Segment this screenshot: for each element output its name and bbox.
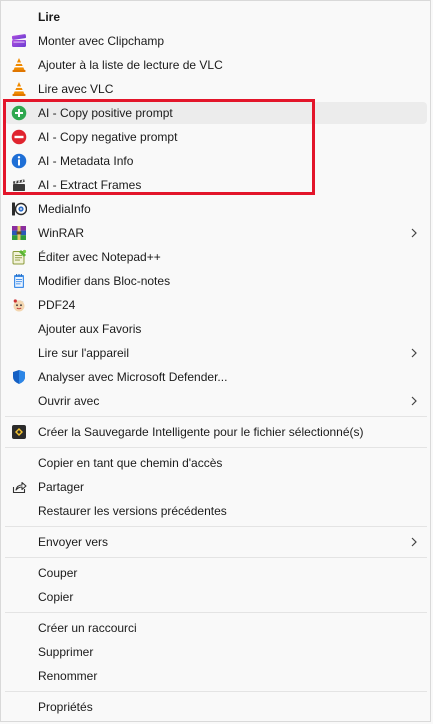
menu-item-vlc-play[interactable]: Lire avec VLC: [5, 78, 427, 100]
winrar-icon: [12, 226, 26, 240]
menu-item-label: Supprimer: [38, 645, 94, 659]
menu-item-envoyer-vers[interactable]: Envoyer vers: [5, 531, 427, 553]
menu-item-winrar[interactable]: WinRAR: [5, 222, 427, 244]
chevron-right-icon: [411, 228, 417, 238]
menu-separator: [5, 416, 427, 417]
menu-item-label: MediaInfo: [38, 202, 91, 216]
notepadpp-icon: [12, 249, 27, 265]
menu-item-ouvrir-avec[interactable]: Ouvrir avec: [5, 390, 427, 412]
mediainfo-icon: [12, 202, 27, 216]
menu-separator: [5, 691, 427, 692]
menu-item-bloc-notes[interactable]: Modifier dans Bloc-notes: [5, 270, 427, 292]
menu-item-label: Éditer avec Notepad++: [38, 250, 161, 264]
menu-item-label: Créer la Sauvegarde Intelligente pour le…: [38, 425, 364, 439]
menu-item-label: Propriétés: [38, 700, 93, 714]
menu-item-label: Copier en tant que chemin d'accès: [38, 456, 223, 470]
menu-item-label: Couper: [38, 566, 78, 580]
context-menu: Lire Monter avec Clipchamp Ajouter à la …: [0, 0, 431, 722]
menu-item-label: Monter avec Clipchamp: [38, 34, 165, 48]
menu-item-restaurer-versions[interactable]: Restaurer les versions précédentes: [5, 500, 427, 522]
menu-item-label: Ouvrir avec: [38, 394, 100, 408]
menu-item-mediainfo[interactable]: MediaInfo: [5, 198, 427, 220]
menu-item-lire-sur-appareil[interactable]: Lire sur l'appareil: [5, 342, 427, 364]
menu-item-label: Créer un raccourci: [38, 621, 137, 635]
pdf24-icon: [13, 299, 25, 312]
minus-circle-icon: [11, 129, 27, 145]
menu-item-couper[interactable]: Couper: [5, 562, 427, 584]
info-circle-icon: [11, 153, 27, 169]
menu-item-renommer[interactable]: Renommer: [5, 665, 427, 687]
defender-shield-icon: [13, 370, 25, 384]
menu-item-lire[interactable]: Lire: [5, 6, 427, 28]
menu-item-pdf24[interactable]: PDF24: [5, 294, 427, 316]
vlc-icon: [12, 58, 26, 72]
menu-item-label: Lire avec VLC: [38, 82, 114, 96]
clapperboard-icon: [13, 179, 25, 191]
menu-item-analyser-defender[interactable]: Analyser avec Microsoft Defender...: [5, 366, 427, 388]
menu-item-label: Ajouter à la liste de lecture de VLC: [38, 58, 223, 72]
menu-item-label: AI - Extract Frames: [38, 178, 142, 192]
menu-separator: [5, 557, 427, 558]
menu-item-label: Analyser avec Microsoft Defender...: [38, 370, 228, 384]
menu-item-clipchamp[interactable]: Monter avec Clipchamp: [5, 30, 427, 52]
menu-item-label: Restaurer les versions précédentes: [38, 504, 227, 518]
chevron-right-icon: [411, 348, 417, 358]
plus-circle-icon: [11, 105, 27, 121]
menu-separator: [5, 612, 427, 613]
menu-item-label: Ajouter aux Favoris: [38, 322, 142, 336]
clipchamp-icon: [11, 34, 27, 47]
menu-item-label: Copier: [38, 590, 74, 604]
menu-item-label: PDF24: [38, 298, 76, 312]
smart-backup-icon: [12, 425, 26, 439]
menu-item-copier[interactable]: Copier: [5, 586, 427, 608]
menu-item-vlc-add-playlist[interactable]: Ajouter à la liste de lecture de VLC: [5, 54, 427, 76]
menu-item-label: Renommer: [38, 669, 98, 683]
chevron-right-icon: [411, 396, 417, 406]
menu-item-label: Lire: [38, 10, 61, 24]
menu-item-partager[interactable]: Partager: [5, 476, 427, 498]
notepad-icon: [14, 274, 24, 288]
menu-item-notepad-plus-plus[interactable]: Éditer avec Notepad++: [5, 246, 427, 268]
menu-item-ai-metadata-info[interactable]: AI - Metadata Info: [5, 150, 427, 172]
menu-item-label: AI - Copy negative prompt: [38, 130, 178, 144]
menu-separator: [5, 526, 427, 527]
vlc-icon: [12, 82, 26, 96]
menu-item-supprimer[interactable]: Supprimer: [5, 641, 427, 663]
menu-item-copier-chemin[interactable]: Copier en tant que chemin d'accès: [5, 452, 427, 474]
menu-item-label: AI - Copy positive prompt: [38, 106, 173, 120]
menu-separator: [5, 447, 427, 448]
menu-item-label: Modifier dans Bloc-notes: [38, 274, 171, 288]
share-icon: [12, 481, 27, 494]
menu-item-proprietes[interactable]: Propriétés: [5, 696, 427, 718]
menu-item-label: Lire sur l'appareil: [38, 346, 130, 360]
menu-item-label: Envoyer vers: [38, 535, 109, 549]
menu-item-label: AI - Metadata Info: [38, 154, 134, 168]
menu-item-label: Partager: [38, 480, 85, 494]
menu-item-ai-copy-negative-prompt[interactable]: AI - Copy negative prompt: [5, 126, 427, 148]
menu-item-label: WinRAR: [38, 226, 85, 240]
menu-item-creer-raccourci[interactable]: Créer un raccourci: [5, 617, 427, 639]
menu-item-ai-copy-positive-prompt[interactable]: AI - Copy positive prompt: [5, 102, 427, 124]
menu-item-sauvegarde-intelligente[interactable]: Créer la Sauvegarde Intelligente pour le…: [5, 421, 427, 443]
menu-item-ai-extract-frames[interactable]: AI - Extract Frames: [5, 174, 427, 196]
chevron-right-icon: [411, 537, 417, 547]
menu-item-ajouter-favoris[interactable]: Ajouter aux Favoris: [5, 318, 427, 340]
